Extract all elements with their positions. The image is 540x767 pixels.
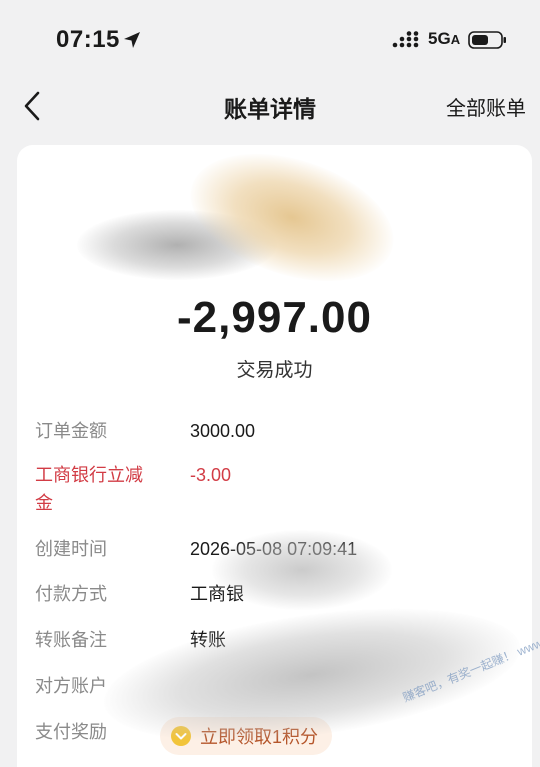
signal-icon <box>392 31 419 48</box>
redaction-smudge <box>174 145 410 305</box>
network-type: 5GA <box>428 29 461 48</box>
detail-value: 3000.00 <box>190 421 256 441</box>
detail-label: 转账备注 <box>35 630 107 650</box>
all-bills-link[interactable]: 全部账单 <box>446 92 526 121</box>
transaction-status: 交易成功 <box>236 360 313 381</box>
detail-row-order-amount: 订单金额 3000.00 <box>35 417 515 445</box>
status-bar: 07:15 5GA <box>0 0 540 80</box>
detail-row-discount: 工商银行立减金 -3.00 <box>35 461 515 517</box>
nav-bar: 账单详情 全部账单 <box>0 80 540 132</box>
chevron-left-icon[interactable] <box>18 88 48 124</box>
location-arrow-icon <box>124 32 140 48</box>
detail-label: 工商银行立减金 <box>35 465 143 513</box>
detail-label: 创建时间 <box>35 539 107 559</box>
status-time: 07:15 <box>56 26 120 53</box>
detail-label: 订单金额 <box>35 421 107 441</box>
detail-value: -3.00 <box>190 465 232 485</box>
detail-label: 付款方式 <box>35 584 107 604</box>
transaction-amount: -2,997.00 <box>177 293 372 342</box>
redaction-smudge <box>212 530 392 610</box>
battery-icon <box>468 31 506 49</box>
